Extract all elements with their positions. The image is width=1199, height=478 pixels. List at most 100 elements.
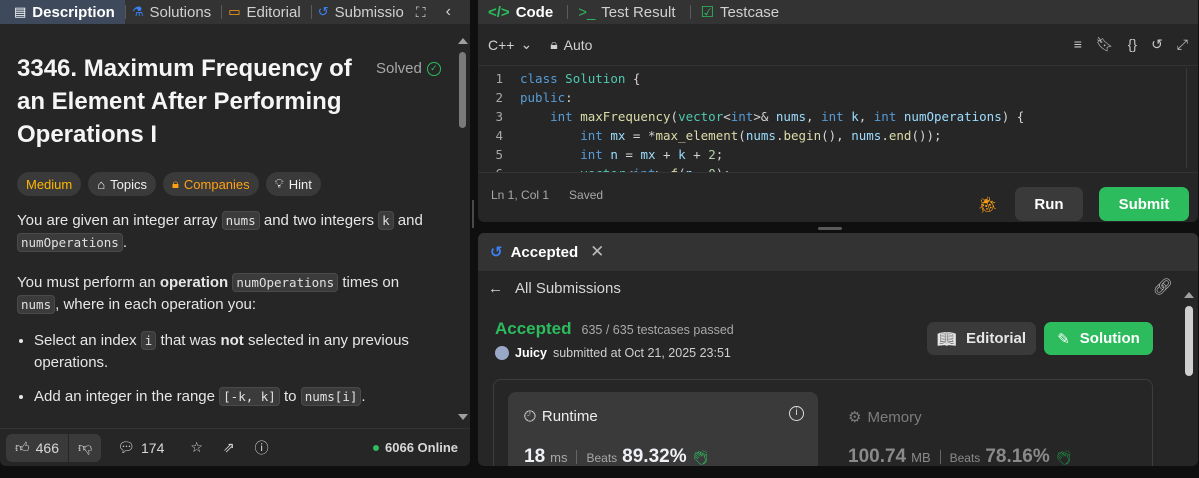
code-text: int n = mx + k + 2;	[580, 147, 724, 162]
all-submissions-link[interactable]: ← All Submissions	[478, 271, 1198, 305]
language-select[interactable]: C++ ⌄	[488, 36, 532, 53]
line-number: 2	[495, 90, 503, 105]
code-tab-bar: </> Code >_ Test Result ☑ Testcase	[478, 0, 1198, 24]
format-icon[interactable]: ≡	[1074, 36, 1082, 53]
editorial-button[interactable]: 📖︎ Editorial	[927, 322, 1036, 355]
text: Add an integer in the range	[34, 388, 220, 405]
description-paragraph-2: You must perform an operation numOperati…	[17, 272, 442, 316]
vertical-splitter[interactable]	[472, 200, 474, 228]
description-scrollbar[interactable]	[458, 36, 468, 420]
online-count: 6066 Online	[385, 440, 458, 455]
code-line: 2 public:	[478, 88, 1198, 107]
tab-solutions[interactable]: ⚗ Solutions	[126, 0, 221, 24]
text: to	[279, 388, 301, 405]
fullscreen-icon[interactable]: ⤢	[1177, 36, 1188, 53]
horizontal-splitter[interactable]	[818, 227, 842, 230]
memory-unit: MB	[911, 450, 931, 465]
code-editor[interactable]: 1 class Solution { 2 public: 3 int maxFreq…	[478, 66, 1198, 172]
text: , where in each operation you:	[55, 296, 257, 313]
mode-label: Auto	[563, 36, 593, 53]
tab-description-label: Description	[32, 3, 115, 21]
scroll-up-icon[interactable]	[458, 38, 468, 44]
dislike-button[interactable]: 👎︎	[69, 434, 101, 462]
solution-button[interactable]: ✎ Solution	[1044, 322, 1153, 355]
debugger-icon[interactable]: 🐞︎	[978, 195, 998, 215]
scroll-up-icon[interactable]	[1184, 292, 1194, 298]
memory-values: 100.74 MB Beats 78.16% 👏︎	[848, 446, 1073, 466]
runtime-values: 18 ms Beats 89.32% 👏︎	[524, 446, 709, 466]
tab-testcase-label: Testcase	[719, 3, 780, 21]
thumbs-down-icon: 👎︎	[78, 439, 93, 455]
expand-icon[interactable]: ⛶	[416, 4, 426, 21]
run-button[interactable]: Run	[1015, 187, 1083, 221]
memory-label-text: Memory	[867, 408, 922, 426]
line-number: 1	[495, 71, 503, 86]
tab-editorial[interactable]: ▭ Editorial	[222, 0, 311, 24]
text: times on	[338, 274, 400, 291]
bold-text: not	[220, 332, 244, 349]
line-number: 4	[495, 128, 503, 143]
history-icon: ↺	[317, 4, 329, 19]
problem-panel: ▤ Description ⚗ Solutions ▭ Editorial ↺ …	[0, 0, 470, 466]
bookmark-icon[interactable]: 🔖︎	[1096, 36, 1114, 53]
text: and two integers	[259, 212, 379, 229]
divider	[939, 450, 941, 464]
favorite-button[interactable]: ☆	[190, 439, 203, 456]
code-line: 5 int n = mx + k + 2;	[478, 145, 1198, 164]
result-scrollbar[interactable]	[1183, 292, 1195, 462]
scroll-thumb[interactable]	[1185, 306, 1193, 376]
online-indicator: 6066 Online	[373, 440, 458, 455]
code-line: 6 vector<int> f(n, 0);	[478, 164, 1198, 172]
username[interactable]: Juicy	[515, 346, 547, 360]
inline-code: nums	[17, 295, 56, 314]
share-button[interactable]: ⇗	[223, 439, 235, 456]
tab-test-result-label: Test Result	[601, 3, 676, 21]
tab-code[interactable]: </> Code	[478, 0, 567, 24]
result-tab[interactable]: ↺ Accepted ✕	[478, 233, 1198, 271]
link-icon[interactable]: 🔗︎	[1153, 277, 1173, 297]
inline-code: numOperations	[232, 273, 339, 292]
runtime-label-text: Runtime	[541, 408, 598, 425]
save-status: Saved	[569, 187, 604, 202]
editor-scrollbar[interactable]	[1186, 68, 1194, 168]
solution-button-label: Solution	[1079, 330, 1140, 347]
code-line: 4 int mx = *max_element(nums.begin(), nu…	[478, 126, 1198, 145]
editorial-button-label: Editorial	[966, 330, 1027, 347]
leetcode-workspace: ▤ Description ⚗ Solutions ▭ Editorial ↺ …	[0, 0, 1199, 478]
memory-beats-value: 78.16%	[985, 446, 1050, 466]
comments-button[interactable]: 💬︎ 174	[117, 439, 164, 456]
hint-button[interactable]: 💡︎ Hint	[265, 172, 321, 196]
tab-code-label: Code	[515, 3, 554, 21]
tab-testcase[interactable]: ☑ Testcase	[691, 0, 794, 24]
runtime-value: 18	[524, 446, 546, 466]
history-icon: ↺	[490, 244, 503, 261]
chevron-left-icon[interactable]: ‹	[446, 3, 451, 21]
info-icon[interactable]: i	[789, 406, 804, 421]
topics-button[interactable]: ⌂ Topics	[88, 172, 156, 196]
auto-mode-toggle[interactable]: 🔒︎ Auto	[550, 36, 592, 53]
tab-submissions[interactable]: ↺ Submissio	[312, 0, 414, 24]
braces-icon[interactable]: {}	[1128, 36, 1137, 53]
companies-button[interactable]: 🔒︎ Companies	[162, 172, 259, 196]
submission-time: submitted at Oct 21, 2025 23:51	[552, 346, 731, 360]
like-button[interactable]: 👍︎ 466	[6, 434, 68, 462]
problem-tags: Medium ⌂ Topics 🔒︎ Companies 💡︎ Hint	[17, 172, 442, 196]
scroll-thumb[interactable]	[459, 52, 466, 128]
code-text: int maxFrequency(vector<int>& nums, int …	[550, 109, 1025, 124]
scroll-down-icon[interactable]	[458, 414, 468, 420]
tab-description[interactable]: ▤ Description	[0, 0, 125, 24]
tab-test-result[interactable]: >_ Test Result	[568, 0, 689, 24]
runtime-card[interactable]: 🕘︎ Runtime i 18 ms Beats 89.32% 👏︎	[508, 392, 818, 466]
help-button[interactable]: ⓘ	[255, 438, 269, 458]
close-icon[interactable]: ✕	[590, 242, 604, 262]
language-label: C++	[488, 36, 515, 53]
tab-editorial-label: Editorial	[246, 3, 301, 21]
text: You must perform an	[17, 274, 160, 291]
comment-count: 174	[141, 439, 165, 456]
tab-submissions-label: Submissio	[334, 3, 404, 21]
list-item: Select an index i that was not selected …	[34, 330, 442, 374]
cursor-position: Ln 1, Col 1	[491, 187, 550, 202]
avatar[interactable]	[495, 346, 509, 360]
reset-icon[interactable]: ↺	[1151, 36, 1163, 53]
submit-button[interactable]: Submit	[1099, 187, 1189, 221]
